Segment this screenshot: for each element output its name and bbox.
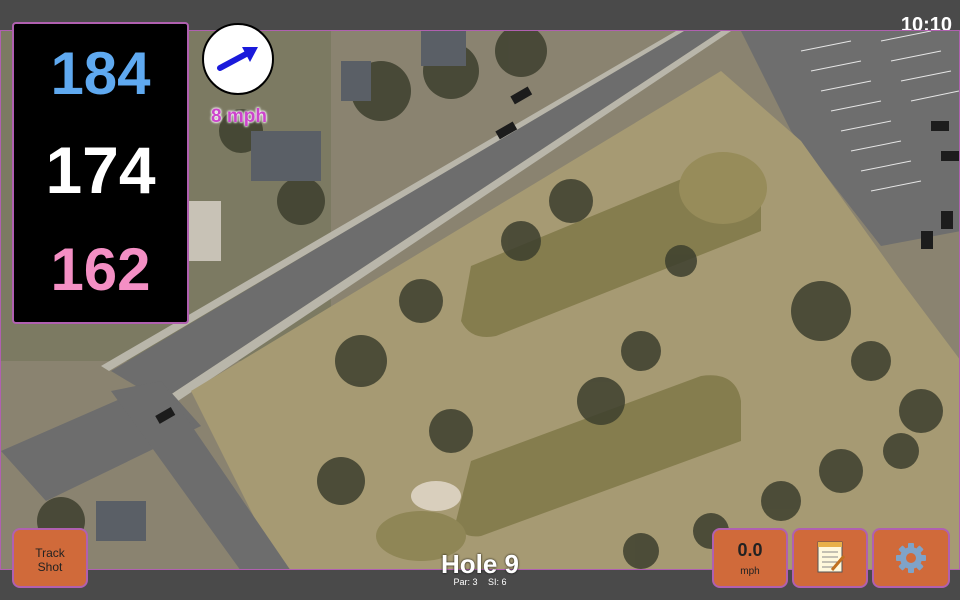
middle-yardage: 174 (45, 133, 156, 207)
track-shot-label-line2: Shot (37, 560, 63, 574)
wind-speed: 8 mph (211, 106, 267, 127)
notepad-icon (817, 541, 846, 573)
hole-title: Hole 9 (440, 549, 520, 579)
hole-par: Par: 3 (453, 577, 478, 587)
front-yardage: 162 (50, 236, 151, 303)
notes-button[interactable] (792, 528, 868, 588)
gear-icon (896, 543, 926, 573)
back-yardage: 184 (50, 40, 151, 107)
speed-button[interactable]: 0.0 mph (712, 528, 788, 588)
hole-info: Par: 3 SI: 6 (380, 577, 580, 587)
speed-unit: mph (740, 566, 760, 577)
wind-dial (202, 23, 274, 95)
track-shot-button[interactable]: Track Shot (12, 528, 88, 588)
wind-direction-arrow-icon (217, 47, 258, 71)
yardage-panel: 184 174 162 (12, 22, 189, 324)
hole-stroke-index: SI: 6 (488, 577, 507, 587)
settings-button[interactable] (872, 528, 950, 588)
track-shot-label-line1: Track (35, 546, 65, 560)
speed-value: 0.0 (737, 540, 763, 560)
